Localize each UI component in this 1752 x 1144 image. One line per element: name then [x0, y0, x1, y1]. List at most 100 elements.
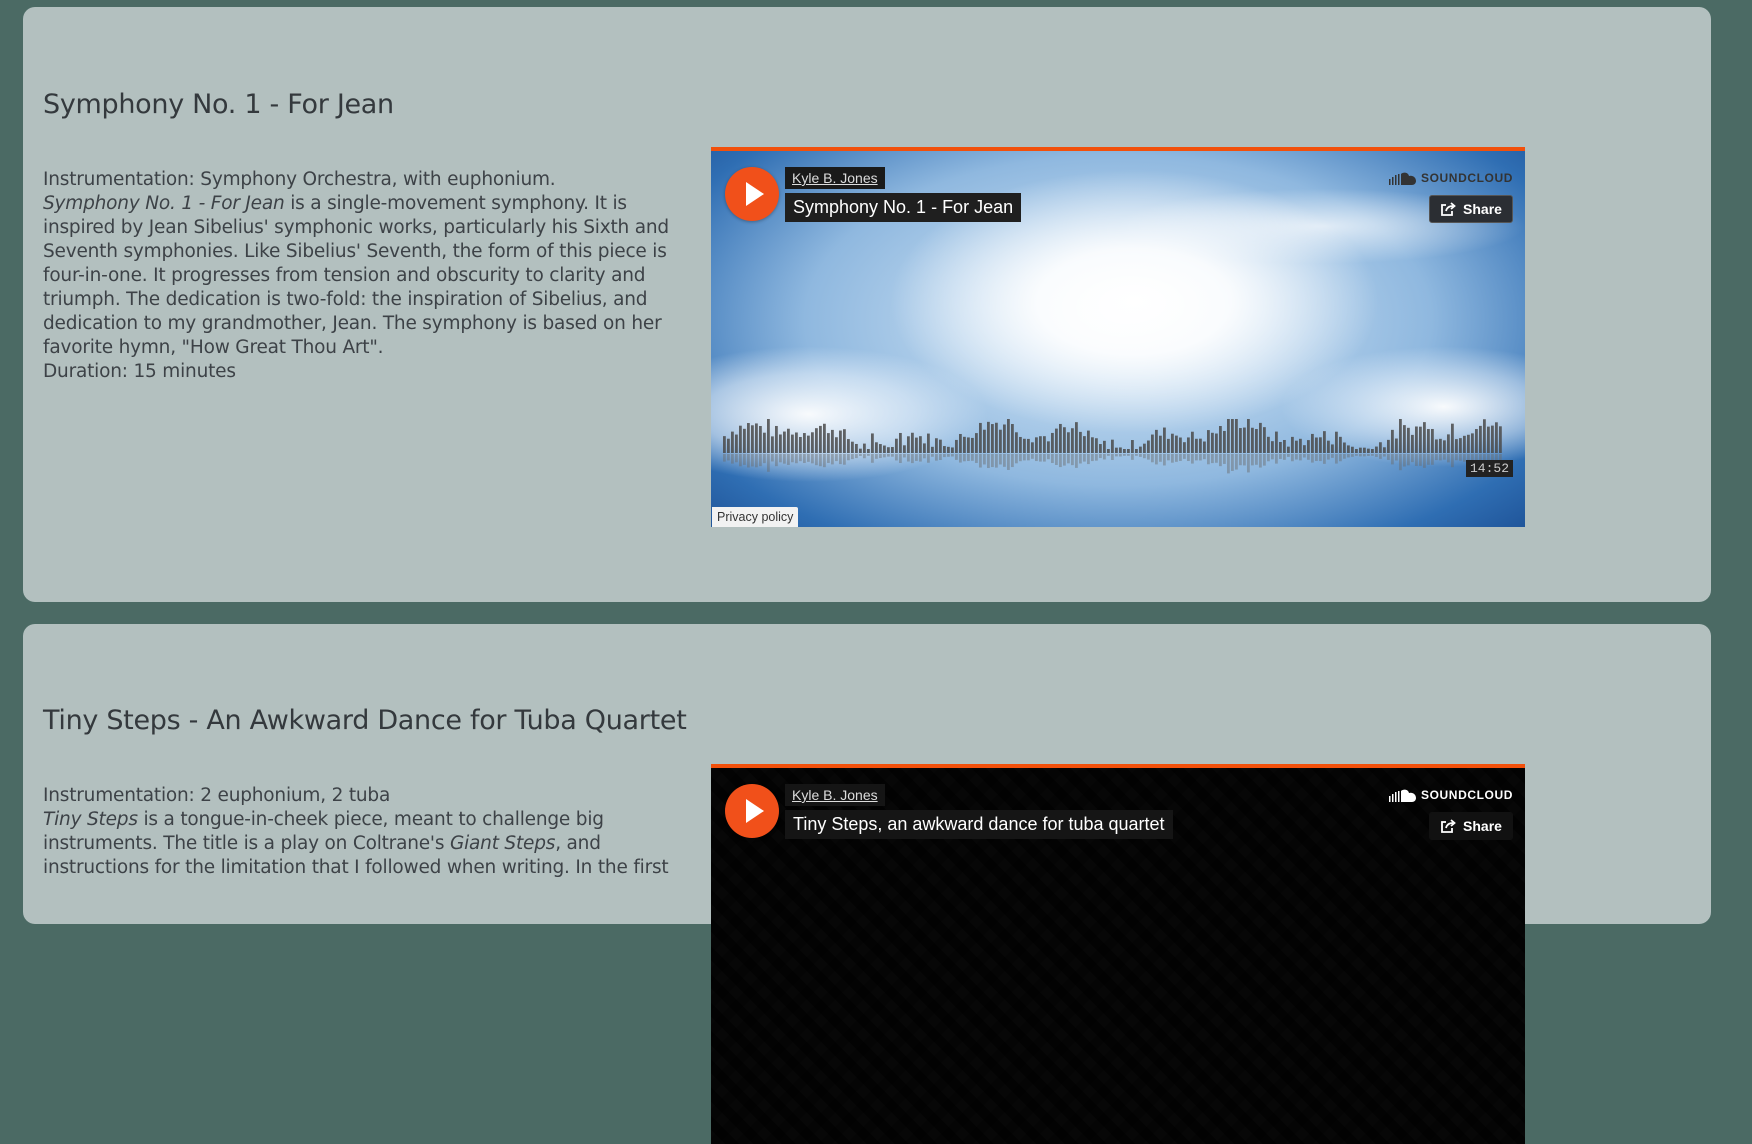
share-button[interactable]: Share — [1429, 812, 1513, 840]
waveform-bar — [1259, 422, 1262, 453]
waveform-bar-reflection — [1451, 454, 1454, 468]
waveform-bar — [1295, 440, 1298, 453]
waveform-bar — [1431, 428, 1434, 453]
piece-description: Instrumentation: Symphony Orchestra, wit… — [43, 168, 683, 384]
waveform-bar — [1399, 419, 1402, 453]
waveform-bar-reflection — [1035, 454, 1038, 462]
waveform-bar-reflection — [847, 454, 850, 461]
waveform-bar — [1347, 445, 1350, 453]
waveform-bar — [839, 430, 842, 453]
waveform-bar — [947, 446, 950, 453]
waveform-bar — [767, 419, 770, 453]
waveform-bar — [763, 432, 766, 453]
waveform-bar — [827, 433, 830, 453]
artist-link[interactable]: Kyle B. Jones — [785, 784, 885, 806]
waveform-bar — [803, 433, 806, 453]
waveform-bar-reflection — [935, 454, 938, 461]
waveform-bar-reflection — [1135, 454, 1138, 456]
waveform-bar-reflection — [1111, 454, 1114, 460]
duration-text: Duration: 15 minutes — [43, 361, 236, 382]
waveform-bar — [1255, 429, 1258, 453]
waveform-bar-reflection — [1127, 454, 1130, 456]
play-button[interactable] — [725, 784, 779, 838]
waveform-bar — [1279, 441, 1282, 453]
waveform-bar-reflection — [943, 454, 946, 458]
track-title[interactable]: Tiny Steps, an awkward dance for tuba qu… — [785, 810, 1173, 839]
waveform-bar — [1227, 419, 1230, 453]
waveform-bar-reflection — [1287, 454, 1290, 457]
share-button[interactable]: Share — [1429, 195, 1513, 223]
waveform-bar-reflection — [1355, 454, 1358, 456]
waveform-bar — [1191, 431, 1194, 453]
soundcloud-logo[interactable]: SOUNDCLOUD — [1389, 171, 1513, 185]
track-title[interactable]: Symphony No. 1 - For Jean — [785, 193, 1022, 222]
waveform-bar-reflection — [1067, 454, 1070, 464]
waveform-bar — [1335, 431, 1338, 453]
waveform-bar-reflection — [971, 454, 974, 461]
share-label: Share — [1463, 201, 1502, 217]
waveform-bar — [883, 445, 886, 453]
waveform-bar-reflection — [1219, 454, 1222, 467]
waveform-bar — [1063, 427, 1066, 453]
waveform-bar-reflection — [1311, 454, 1314, 463]
waveform-bar — [811, 432, 814, 453]
waveform-bar-reflection — [1443, 454, 1446, 460]
waveform-bar — [1083, 436, 1086, 453]
waveform-bar-reflection — [1315, 454, 1318, 461]
waveform-bar — [1359, 447, 1362, 453]
privacy-policy-link[interactable]: Privacy policy — [712, 507, 799, 527]
waveform-bar-reflection — [1279, 454, 1282, 459]
waveform-bar — [1091, 437, 1094, 453]
waveform-bar — [979, 422, 982, 453]
waveform-bar — [1203, 441, 1206, 453]
waveform-bar — [771, 436, 774, 453]
waveform-bar — [1395, 438, 1398, 453]
waveform-bar-reflection — [1271, 454, 1274, 460]
waveform-bar-reflection — [1335, 454, 1338, 464]
waveform-bar — [735, 434, 738, 453]
piece-title: Tiny Steps - An Awkward Dance for Tuba Q… — [43, 705, 687, 736]
play-button[interactable] — [725, 167, 779, 221]
waveform-bar — [859, 448, 862, 453]
waveform-bar — [1339, 436, 1342, 453]
waveform-bar — [1319, 437, 1322, 453]
waveform-bar-reflection — [827, 454, 830, 463]
waveform-bar-reflection — [1423, 454, 1426, 468]
waveform-bar-reflection — [1147, 454, 1150, 460]
waveform-bar — [791, 434, 794, 453]
waveform-bar-reflection — [751, 454, 754, 467]
waveform-bar — [1487, 426, 1490, 453]
soundcloud-player[interactable]: Kyle B. Jones Tiny Steps, an awkward dan… — [711, 764, 1525, 1144]
waveform-bar — [1079, 431, 1082, 453]
waveform-bar — [927, 433, 930, 453]
waveform-bar-reflection — [1379, 454, 1382, 459]
waveform-bar — [819, 425, 822, 453]
waveform-bar-reflection — [755, 454, 758, 468]
waveform-bar-reflection — [915, 454, 918, 461]
waveform-bar — [1047, 441, 1050, 453]
waveform-bar-reflection — [1235, 454, 1238, 470]
waveform-bar-reflection — [1363, 454, 1366, 457]
waveform-bar-reflection — [955, 454, 958, 460]
artist-link[interactable]: Kyle B. Jones — [785, 167, 885, 189]
waveform-bar — [1263, 427, 1266, 453]
waveform-bar-reflection — [975, 454, 978, 463]
waveform-bar-reflection — [815, 454, 818, 466]
waveform-bar — [1251, 427, 1254, 453]
waveform-bar — [1311, 433, 1314, 453]
waveform[interactable] — [723, 419, 1503, 487]
waveform-bar-reflection — [1447, 454, 1450, 463]
waveform-bar-reflection — [1431, 454, 1434, 465]
description-title-italic: Symphony No. 1 - For Jean — [43, 193, 285, 214]
waveform-bar — [1031, 442, 1034, 453]
soundcloud-logo[interactable]: SOUNDCLOUD — [1389, 788, 1513, 802]
waveform-bar — [1051, 432, 1054, 453]
soundcloud-player[interactable]: Kyle B. Jones Symphony No. 1 - For Jean … — [711, 147, 1525, 527]
waveform-bar — [1483, 419, 1486, 453]
waveform-bar — [775, 425, 778, 453]
waveform-bar — [1099, 444, 1102, 453]
waveform-bar — [887, 447, 890, 453]
waveform-bar — [1283, 439, 1286, 453]
waveform-bar-reflection — [939, 454, 942, 461]
waveform-bar-reflection — [831, 454, 834, 465]
